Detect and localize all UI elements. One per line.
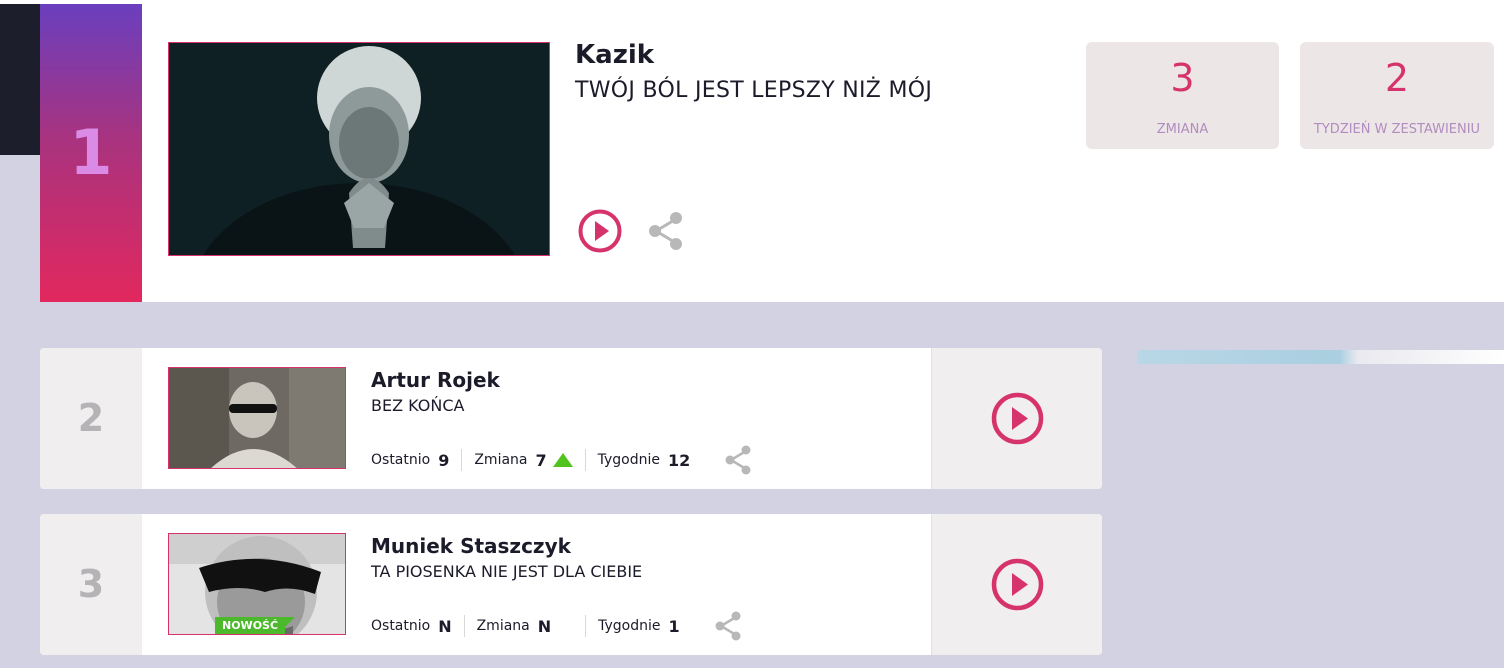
- position-change: Zmiana 7: [474, 449, 586, 471]
- row-play-button[interactable]: [991, 558, 1044, 611]
- side-dark-strip: [0, 4, 40, 155]
- position-change-value: 7: [535, 450, 547, 470]
- row-rank-number: 2: [77, 396, 105, 440]
- row-rank-block: 3: [40, 514, 142, 655]
- play-circle-icon: [991, 558, 1044, 611]
- featured-weeks-box: 2 TYDZIEŃ W ZESTAWIENIU: [1300, 42, 1494, 149]
- featured-chart-entry: 1 Kazik TWÓJ BÓL JEST LEPSZY NIŻ MÓJ 3 Z…: [40, 4, 1504, 302]
- share-icon: [649, 212, 682, 250]
- row-artist-name[interactable]: Muniek Staszczyk: [371, 534, 571, 558]
- chart-row: 3 NOWOŚĆ Muniek Staszczyk TA PIOSENKA NI…: [40, 514, 1102, 655]
- artist-photo: [169, 43, 549, 255]
- position-change-label: Zmiana: [474, 452, 528, 468]
- last-position: Ostatnio N: [371, 615, 465, 637]
- chart-row: 2 Artur Rojek BEZ KOŃCA Ostatnio 9 Zmian…: [40, 348, 1102, 489]
- weeks-count-value: 1: [668, 616, 680, 636]
- featured-change-value: 3: [1170, 56, 1195, 100]
- position-change: Zmiana N: [477, 615, 587, 637]
- row-stats: Ostatnio N Zmiana N Tygodnie 1: [371, 611, 742, 641]
- share-icon: [715, 611, 741, 641]
- row-cover-image[interactable]: [168, 367, 346, 469]
- row-song-title[interactable]: BEZ KOŃCA: [371, 396, 464, 415]
- weeks-count-label: Tygodnie: [598, 618, 661, 634]
- play-circle-icon: [991, 392, 1044, 445]
- featured-cover-image[interactable]: [168, 42, 550, 256]
- share-icon: [725, 445, 751, 475]
- row-rank-block: 2: [40, 348, 142, 489]
- decorative-strip: [1138, 350, 1504, 364]
- row-artist-name[interactable]: Artur Rojek: [371, 368, 500, 392]
- weeks-count: Tygodnie 12: [598, 449, 703, 471]
- row-play-area: [931, 514, 1102, 655]
- row-rank-number: 3: [77, 562, 105, 606]
- last-position: Ostatnio 9: [371, 449, 463, 471]
- row-share-button[interactable]: [724, 445, 752, 475]
- featured-rank-number: 1: [69, 116, 113, 189]
- row-song-title[interactable]: TA PIOSENKA NIE JEST DLA CIEBIE: [371, 562, 642, 581]
- featured-weeks-label: TYDZIEŃ W ZESTAWIENIU: [1313, 122, 1481, 137]
- last-position-label: Ostatnio: [371, 452, 431, 468]
- featured-change-box: 3 ZMIANA: [1086, 42, 1279, 149]
- featured-share-button[interactable]: [646, 211, 684, 251]
- weeks-count-label: Tygodnie: [597, 452, 661, 468]
- row-stats: Ostatnio 9 Zmiana 7 Tygodnie 12: [371, 445, 752, 475]
- play-circle-icon: [578, 209, 622, 253]
- featured-weeks-value: 2: [1384, 56, 1410, 100]
- last-position-value: N: [438, 616, 452, 636]
- position-change-label: Zmiana: [476, 618, 530, 634]
- up-arrow-icon: [552, 453, 573, 467]
- featured-change-label: ZMIANA: [1156, 122, 1209, 137]
- row-play-area: [931, 348, 1102, 489]
- row-cover-image[interactable]: NOWOŚĆ: [168, 533, 346, 635]
- featured-rank-block: 1: [40, 4, 142, 302]
- featured-artist-name[interactable]: Kazik: [575, 40, 654, 70]
- weeks-count-value: 12: [668, 450, 691, 470]
- position-change-value: N: [537, 616, 552, 636]
- row-play-button[interactable]: [991, 392, 1044, 445]
- featured-song-title[interactable]: TWÓJ BÓL JEST LEPSZY NIŻ MÓJ: [575, 78, 932, 103]
- new-entry-badge: NOWOŚĆ: [215, 617, 296, 634]
- row-share-button[interactable]: [714, 611, 742, 641]
- featured-play-button[interactable]: [578, 209, 622, 253]
- artist-photo: [169, 368, 345, 468]
- last-position-label: Ostatnio: [371, 618, 431, 634]
- last-position-value: 9: [438, 450, 450, 470]
- weeks-count: Tygodnie 1: [598, 615, 692, 637]
